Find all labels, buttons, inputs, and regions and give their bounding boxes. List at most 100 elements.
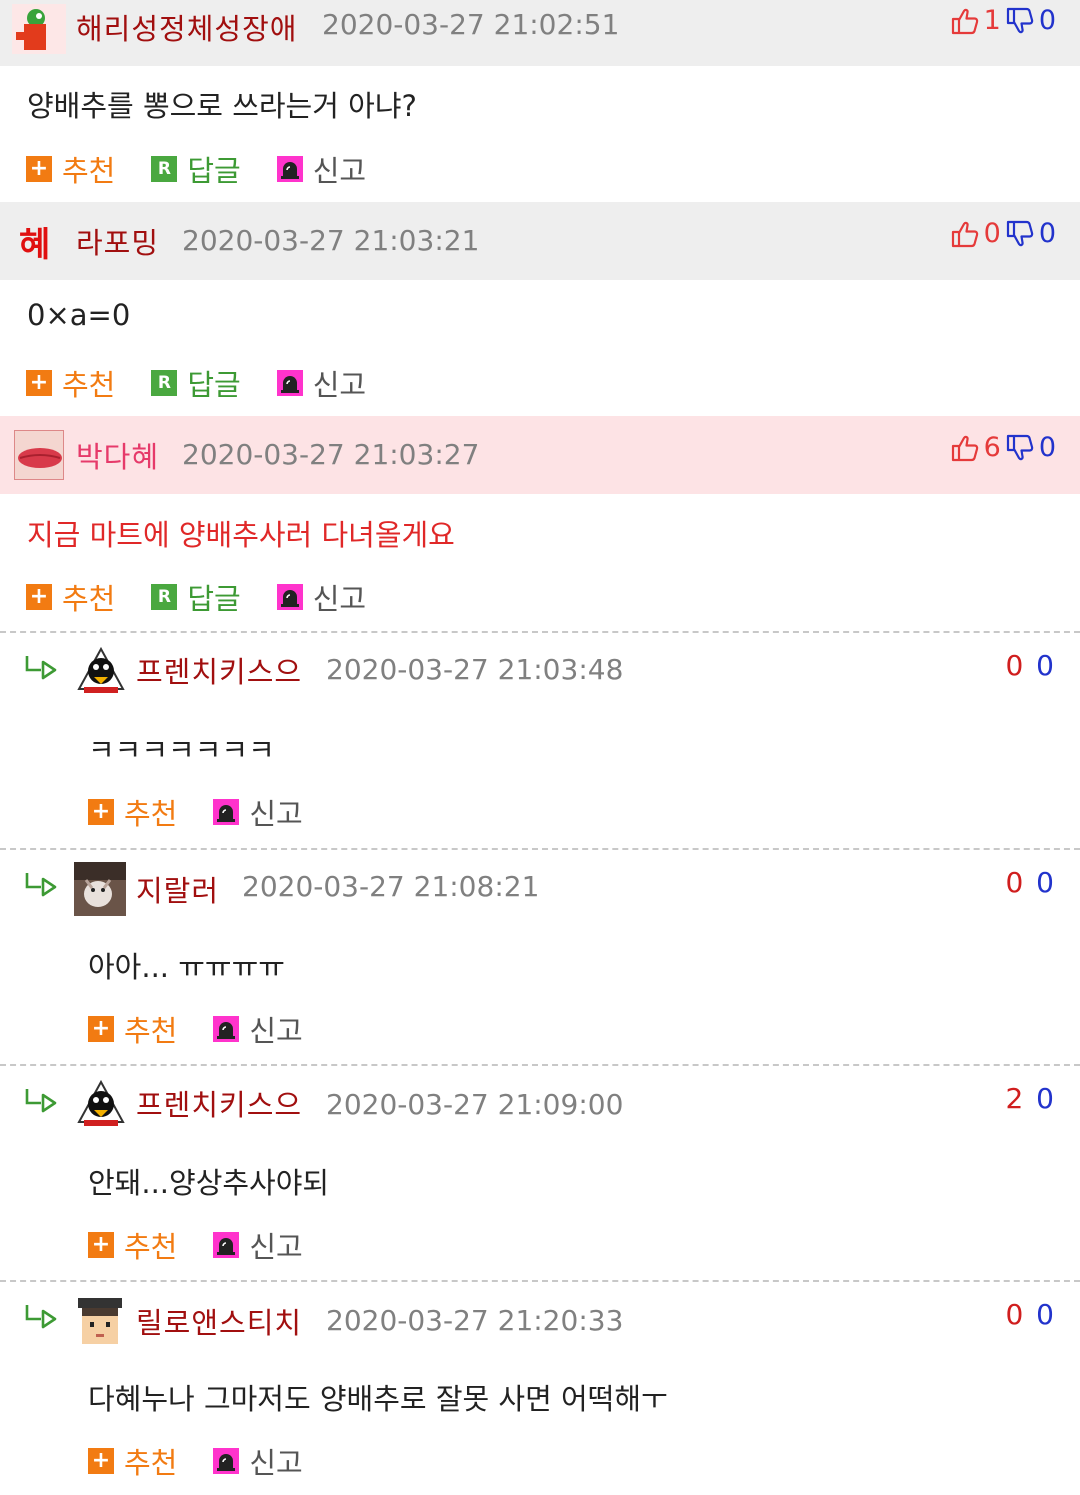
avatar[interactable] [74,862,126,916]
avatar[interactable] [74,1296,126,1348]
reply-actions: + 추천 신고 [88,1224,339,1266]
thumbs-up-icon[interactable] [950,219,980,249]
siren-icon [277,156,303,182]
reply-text: ㅋㅋㅋㅋㅋㅋㅋ [88,733,275,767]
siren-icon [213,799,239,825]
plus-icon: + [88,1448,114,1474]
thumbs-down-icon[interactable] [1005,433,1035,463]
reply-arrow-icon [24,1302,60,1334]
reply-3: 프렌치키스으 2020-03-27 21:09:00 2 0 안돼...양상추사… [0,1066,1080,1280]
nickname[interactable]: 해리성정체성장애 [76,6,297,48]
reply-button[interactable]: R 답글 [151,362,241,404]
report-button[interactable]: 신고 [213,1008,303,1050]
nickname[interactable]: 프렌치키스으 [136,1082,302,1124]
plus-icon: + [26,156,52,182]
comment-1: 해리성정체성장애 2020-03-27 21:02:51 1 0 양배추를 뽕으… [0,0,1080,200]
reply-1: 프렌치키스으 2020-03-27 21:03:48 0 0 ㅋㅋㅋㅋㅋㅋㅋ +… [0,633,1080,847]
downvote-count: 0 [1036,866,1056,899]
siren-icon [213,1016,239,1042]
vote-counts: 0 0 [1005,649,1056,682]
recommend-button[interactable]: + 추천 [88,1440,177,1482]
reply-4: 릴로앤스티치 2020-03-27 21:20:33 0 0 다혜누나 그마저도… [0,1282,1080,1495]
reply-actions: + 추천 신고 [88,1440,339,1482]
reply-text: 다혜누나 그마저도 양배추로 잘못 사면 어떡해ㅜ [88,1382,668,1416]
comment-header: 해리성정체성장애 2020-03-27 21:02:51 1 0 [0,0,1080,66]
comment-actions: + 추천 R 답글 신고 [26,576,402,618]
upvote-count: 0 [1005,1298,1026,1331]
thumbs-up-icon[interactable] [950,433,980,463]
reply-text: 아아... ㅠㅠㅠㅠ [88,950,285,984]
nickname[interactable]: 프렌치키스으 [136,649,302,691]
reply-icon: R [151,156,178,182]
downvote-count: 0 [1038,432,1056,463]
reply-icon: R [151,584,178,610]
reply-arrow-icon [24,653,60,685]
recommend-button[interactable]: + 추천 [26,576,115,618]
avatar[interactable] [14,430,64,480]
nickname[interactable]: 릴로앤스티치 [136,1300,302,1342]
vote-counts: 1 0 [950,5,1056,36]
nickname[interactable]: 지랄러 [136,868,219,910]
recommend-button[interactable]: + 추천 [88,1224,177,1266]
thumbs-up-icon[interactable] [950,6,980,36]
thumbs-down-icon[interactable] [1005,6,1035,36]
svg-text:혜: 혜 [19,225,50,264]
downvote-count: 0 [1036,1298,1056,1331]
siren-icon [213,1448,239,1474]
timestamp: 2020-03-27 21:08:21 [242,870,540,903]
thumbs-down-icon[interactable] [1005,219,1035,249]
recommend-button[interactable]: + 추천 [26,362,115,404]
report-button[interactable]: 신고 [277,576,366,618]
comment-header: 혜 라포밍 2020-03-27 21:03:21 0 0 [0,202,1080,280]
plus-icon: + [26,370,52,396]
comment-header: 박다혜 2020-03-27 21:03:27 6 0 [0,416,1080,494]
report-button[interactable]: 신고 [213,1440,303,1482]
reply-actions: + 추천 신고 [88,1008,339,1050]
downvote-count: 0 [1036,649,1056,682]
upvote-count: 2 [1005,1082,1026,1115]
recommend-button[interactable]: + 추천 [88,791,177,833]
upvote-count: 6 [983,432,1001,463]
comment-text: 양배추를 뽕으로 쓰라는거 아냐? [27,89,417,123]
vote-counts: 0 0 [950,218,1056,249]
avatar[interactable] [74,1078,128,1134]
reply-icon: R [151,370,178,396]
comment-text: 지금 마트에 양배추사러 다녀올게요 [27,518,455,552]
vote-counts: 0 0 [1005,866,1056,899]
reply-text: 안돼...양상추사야되 [88,1166,330,1200]
downvote-count: 0 [1038,5,1056,36]
vote-counts: 2 0 [1005,1082,1056,1115]
report-button[interactable]: 신고 [277,148,366,190]
reply-button[interactable]: R 답글 [151,576,241,618]
timestamp: 2020-03-27 21:02:51 [322,8,620,41]
avatar[interactable] [12,4,66,54]
comment-text: 0×a=0 [27,298,131,332]
upvote-count: 1 [983,5,1001,36]
comment-3: 박다혜 2020-03-27 21:03:27 6 0 지금 마트에 양배추사러… [0,416,1080,632]
upvote-count: 0 [1005,866,1026,899]
avatar[interactable]: 혜 [18,220,58,264]
report-button[interactable]: 신고 [213,1224,303,1266]
report-button[interactable]: 신고 [277,362,366,404]
timestamp: 2020-03-27 21:03:48 [326,653,624,686]
reply-button[interactable]: R 답글 [151,148,241,190]
avatar[interactable] [74,645,128,701]
timestamp: 2020-03-27 21:20:33 [326,1304,624,1337]
reply-arrow-icon [24,1086,60,1118]
nickname[interactable]: 라포밍 [76,220,159,262]
report-button[interactable]: 신고 [213,791,303,833]
plus-icon: + [88,1016,114,1042]
recommend-button[interactable]: + 추천 [88,1008,177,1050]
downvote-count: 0 [1038,218,1056,249]
vote-counts: 6 0 [950,432,1056,463]
recommend-button[interactable]: + 추천 [26,148,115,190]
comment-actions: + 추천 R 답글 신고 [26,362,402,404]
nickname[interactable]: 박다혜 [76,434,159,476]
reply-actions: + 추천 신고 [88,791,339,833]
reply-arrow-icon [24,870,60,902]
plus-icon: + [88,1232,114,1258]
plus-icon: + [26,584,52,610]
siren-icon [213,1232,239,1258]
comment-2: 혜 라포밍 2020-03-27 21:03:21 0 0 0×a=0 + 추천 … [0,202,1080,416]
plus-icon: + [88,799,114,825]
